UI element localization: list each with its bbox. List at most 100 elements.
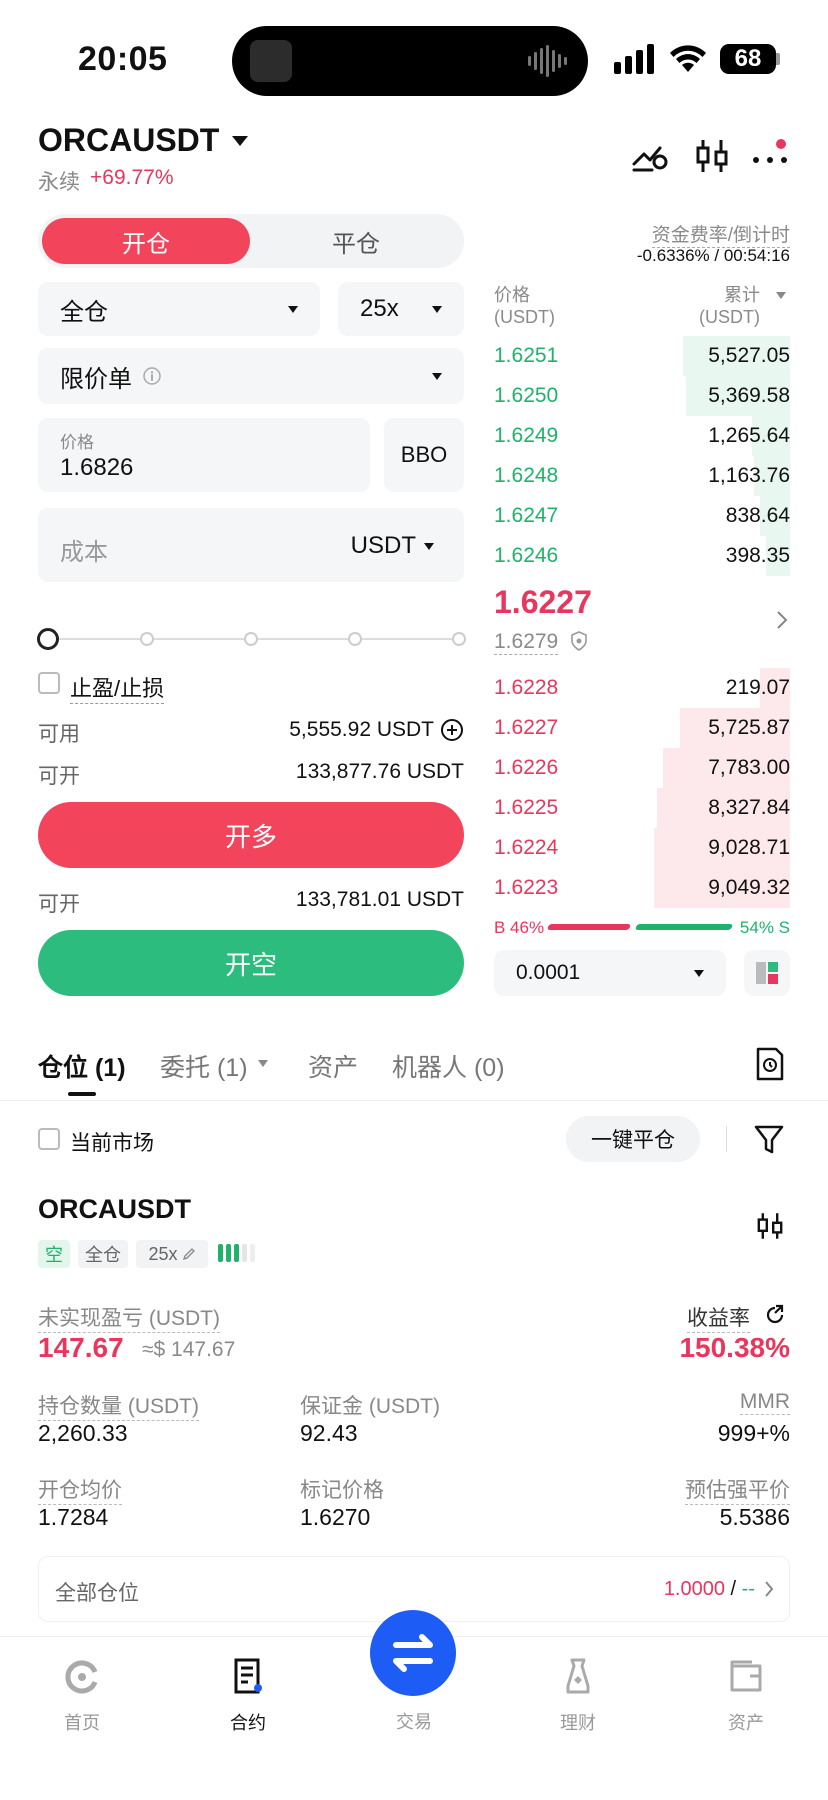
tab-open-position[interactable]: 开仓 bbox=[42, 218, 250, 264]
tab-bots[interactable]: 机器人 (0) bbox=[392, 1048, 505, 1084]
ask-price[interactable]: 1.6248 bbox=[494, 464, 558, 488]
slider-step-50[interactable] bbox=[244, 632, 258, 646]
buy-ratio-label: B 46% bbox=[494, 918, 545, 937]
tab-assets[interactable]: 资产 bbox=[308, 1048, 358, 1084]
ask-row[interactable]: 1.6246 398.35 bbox=[494, 536, 790, 576]
bid-row[interactable]: 1.6227 5,725.87 bbox=[494, 708, 790, 748]
chart-analysis-icon[interactable] bbox=[630, 136, 670, 176]
leverage-select[interactable]: 25x bbox=[338, 282, 464, 336]
ask-row[interactable]: 1.6251 5,527.05 bbox=[494, 336, 790, 376]
cost-unit-select[interactable]: USDT bbox=[351, 532, 416, 560]
tpsl-label[interactable]: 止盈/止损 bbox=[70, 671, 165, 704]
funding-rate-label[interactable]: 资金费率/倒计时 bbox=[651, 220, 790, 248]
mark-price[interactable]: 1.6279 bbox=[494, 630, 559, 655]
slider-knob[interactable] bbox=[37, 628, 59, 650]
chevron-down-icon bbox=[288, 305, 298, 313]
tab-positions[interactable]: 仓位 (1) bbox=[38, 1048, 126, 1084]
nav-home[interactable]: 首页 bbox=[32, 1656, 132, 1735]
filter-icon[interactable] bbox=[752, 1122, 786, 1156]
bid-total[interactable]: 9,028.71 bbox=[708, 836, 790, 860]
ask-total[interactable]: 1,163.76 bbox=[708, 464, 790, 488]
tab-close-position[interactable]: 平仓 bbox=[252, 218, 460, 264]
current-market-checkbox[interactable] bbox=[38, 1128, 60, 1150]
bid-total[interactable]: 5,725.87 bbox=[708, 716, 790, 740]
nav-futures[interactable]: 合约 bbox=[198, 1656, 298, 1735]
ob-total-header[interactable]: 累计 (USDT) bbox=[699, 284, 760, 328]
bid-price[interactable]: 1.6223 bbox=[494, 876, 558, 900]
bid-price[interactable]: 1.6228 bbox=[494, 676, 558, 700]
open-long-button[interactable]: 开多 bbox=[38, 802, 464, 868]
bid-row[interactable]: 1.6225 8,327.84 bbox=[494, 788, 790, 828]
nav-trade[interactable]: 交易 bbox=[364, 1700, 464, 1734]
bid-row[interactable]: 1.6226 7,783.00 bbox=[494, 748, 790, 788]
chevron-right-icon[interactable] bbox=[774, 608, 790, 632]
slider-step-100[interactable] bbox=[452, 632, 466, 646]
symbol-title[interactable]: ORCAUSDT bbox=[38, 122, 219, 159]
bid-row[interactable]: 1.6228 219.07 bbox=[494, 668, 790, 708]
tpsl-checkbox[interactable] bbox=[38, 672, 60, 694]
candlestick-icon[interactable] bbox=[692, 136, 732, 176]
roe-label[interactable]: 收益率 bbox=[687, 1302, 750, 1333]
bid-total[interactable]: 7,783.00 bbox=[708, 756, 790, 780]
precision-select[interactable]: 0.0001 bbox=[494, 950, 726, 996]
bid-price[interactable]: 1.6225 bbox=[494, 796, 558, 820]
open-short-button[interactable]: 开空 bbox=[38, 930, 464, 996]
bid-row[interactable]: 1.6224 9,028.71 bbox=[494, 828, 790, 868]
leverage-badge[interactable]: 25x bbox=[136, 1240, 208, 1268]
trade-fab-button[interactable] bbox=[370, 1610, 456, 1696]
bid-price[interactable]: 1.6227 bbox=[494, 716, 558, 740]
ask-total[interactable]: 398.35 bbox=[726, 544, 790, 568]
ask-price[interactable]: 1.6251 bbox=[494, 344, 558, 368]
cost-input[interactable]: 成本 USDT bbox=[38, 508, 464, 582]
ask-price[interactable]: 1.6247 bbox=[494, 504, 558, 528]
bid-total[interactable]: 219.07 bbox=[726, 676, 790, 700]
bid-row[interactable]: 1.6223 9,049.32 bbox=[494, 868, 790, 908]
bid-total[interactable]: 8,327.84 bbox=[708, 796, 790, 820]
ask-total[interactable]: 838.64 bbox=[726, 504, 790, 528]
bid-total[interactable]: 9,049.32 bbox=[708, 876, 790, 900]
tab-orders[interactable]: 委托 (1) bbox=[160, 1048, 248, 1084]
ask-total[interactable]: 5,369.58 bbox=[708, 384, 790, 408]
mmr-label[interactable]: MMR bbox=[739, 1390, 790, 1415]
pnl-label[interactable]: 未实现盈亏 (USDT) bbox=[38, 1302, 220, 1333]
nav-earn[interactable]: 理财 bbox=[528, 1656, 628, 1735]
more-icon[interactable] bbox=[750, 136, 790, 176]
slider-step-75[interactable] bbox=[348, 632, 362, 646]
current-market-label[interactable]: 当前市场 bbox=[70, 1127, 154, 1157]
ask-price[interactable]: 1.6250 bbox=[494, 384, 558, 408]
chevron-down-icon[interactable] bbox=[776, 292, 786, 299]
order-type-select[interactable]: 限价单 bbox=[38, 348, 464, 404]
ask-row[interactable]: 1.6249 1,265.64 bbox=[494, 416, 790, 456]
symbol-dropdown-icon[interactable] bbox=[232, 136, 248, 146]
share-icon[interactable] bbox=[764, 1304, 786, 1326]
chevron-down-icon[interactable] bbox=[258, 1060, 268, 1067]
ask-row[interactable]: 1.6247 838.64 bbox=[494, 496, 790, 536]
orderbook-layout-button[interactable] bbox=[744, 950, 790, 996]
price-input[interactable]: 价格 1.6826 bbox=[38, 418, 370, 492]
cost-input-placeholder[interactable]: 成本 bbox=[60, 532, 108, 567]
ask-total[interactable]: 5,527.05 bbox=[708, 344, 790, 368]
info-icon[interactable] bbox=[142, 366, 162, 386]
price-input-value[interactable]: 1.6826 bbox=[60, 454, 133, 482]
ask-row[interactable]: 1.6250 5,369.58 bbox=[494, 376, 790, 416]
slider-step-25[interactable] bbox=[140, 632, 154, 646]
close-all-button[interactable]: 一键平仓 bbox=[566, 1116, 700, 1162]
position-symbol[interactable]: ORCAUSDT bbox=[38, 1194, 191, 1225]
ask-price[interactable]: 1.6249 bbox=[494, 424, 558, 448]
bbo-button[interactable]: BBO bbox=[384, 418, 464, 492]
entry-price-label[interactable]: 开仓均价 bbox=[38, 1474, 122, 1505]
battery-tip bbox=[776, 53, 780, 65]
bid-price[interactable]: 1.6226 bbox=[494, 756, 558, 780]
margin-mode-select[interactable]: 全仓 bbox=[38, 282, 320, 336]
ask-price[interactable]: 1.6246 bbox=[494, 544, 558, 568]
position-size-label[interactable]: 持仓数量 (USDT) bbox=[38, 1390, 199, 1421]
chevron-down-icon[interactable] bbox=[424, 543, 434, 550]
candlestick-icon[interactable] bbox=[754, 1208, 786, 1244]
liq-price-label[interactable]: 预估强平价 bbox=[685, 1474, 790, 1505]
nav-assets[interactable]: 资产 bbox=[696, 1656, 796, 1735]
ask-total[interactable]: 1,265.64 bbox=[708, 424, 790, 448]
bid-price[interactable]: 1.6224 bbox=[494, 836, 558, 860]
ask-row[interactable]: 1.6248 1,163.76 bbox=[494, 456, 790, 496]
add-funds-icon[interactable] bbox=[440, 718, 464, 742]
history-icon[interactable] bbox=[754, 1046, 786, 1082]
